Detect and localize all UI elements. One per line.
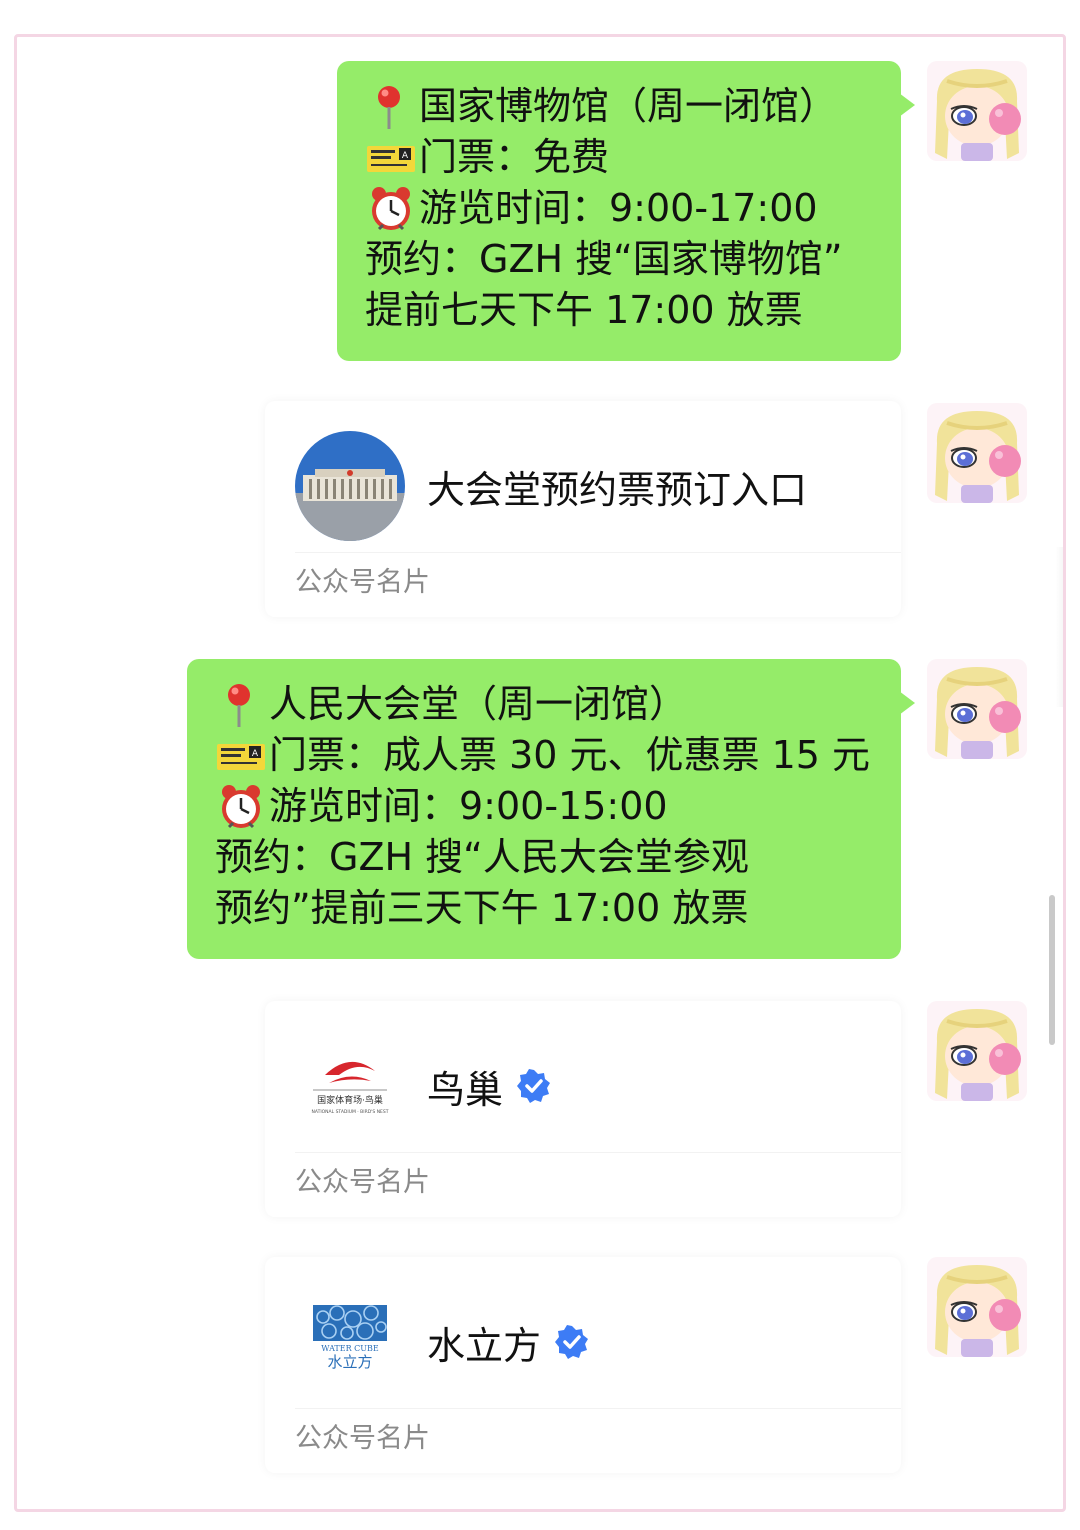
message-line: A 门票：成人票 30 元、优惠票 15 元 bbox=[215, 730, 875, 781]
text-message-bubble-1[interactable]: 国家博物馆（周一闭馆） A 门票：免费 游览时间：9:00-17:00 预约：GZ… bbox=[337, 61, 915, 361]
text-message-bubble-2[interactable]: 人民大会堂（周一闭馆） A 门票：成人票 30 元、优惠票 15 元 游览时间：9… bbox=[187, 659, 915, 959]
avatar[interactable] bbox=[927, 1257, 1027, 1357]
water-cube-logo-icon: WATER CUBE 水立方 bbox=[295, 1287, 405, 1397]
message-text: 预约”提前三天下午 17:00 放票 bbox=[215, 886, 749, 930]
chat-screenshot-frame: 国家博物馆（周一闭馆） A 门票：免费 游览时间：9:00-17:00 预约：GZ… bbox=[14, 34, 1066, 1512]
message-text: 预约：GZH 搜“国家博物馆” bbox=[365, 237, 843, 281]
message-line: 游览时间：9:00-17:00 bbox=[365, 183, 875, 234]
card-title: 鸟巢 bbox=[427, 1067, 504, 1112]
message-text: 门票：免费 bbox=[419, 135, 610, 179]
logo-text: 国家体育场·鸟巢 bbox=[317, 1094, 383, 1106]
message-line: 人民大会堂（周一闭馆） bbox=[215, 679, 875, 730]
message-text: 预约：GZH 搜“人民大会堂参观 bbox=[215, 835, 749, 879]
great-hall-photo-icon bbox=[295, 431, 405, 541]
message-text: 提前七天下午 17:00 放票 bbox=[365, 288, 803, 332]
logo-subtext: 水立方 bbox=[327, 1353, 372, 1371]
avatar[interactable] bbox=[927, 1001, 1027, 1101]
logo-subtext: NATIONAL STADIUM · BIRD'S NEST bbox=[311, 1109, 388, 1115]
avatar[interactable] bbox=[927, 403, 1027, 503]
card-footer-label: 公众号名片 bbox=[295, 1167, 430, 1198]
verified-badge-icon bbox=[555, 1325, 589, 1359]
message-text: 游览时间：9:00-17:00 bbox=[419, 186, 818, 230]
birds-nest-logo-icon: 国家体育场·鸟巢 NATIONAL STADIUM · BIRD'S NEST bbox=[295, 1031, 405, 1141]
avatar[interactable] bbox=[927, 61, 1027, 161]
logo-text: WATER CUBE bbox=[321, 1344, 379, 1353]
message-line: 国家博物馆（周一闭馆） bbox=[365, 81, 875, 132]
card-title: 水立方 bbox=[427, 1323, 542, 1368]
edge-shadow bbox=[1055, 547, 1063, 707]
ticket-icon: A bbox=[215, 732, 267, 780]
scrollbar[interactable] bbox=[1049, 895, 1055, 1045]
message-line: 游览时间：9:00-15:00 bbox=[215, 781, 875, 832]
alarm-clock-icon bbox=[215, 783, 267, 831]
message-text: 人民大会堂（周一闭馆） bbox=[269, 682, 688, 726]
round-pushpin-icon bbox=[365, 83, 417, 131]
divider bbox=[295, 1152, 901, 1153]
ticket-icon: A bbox=[365, 134, 417, 182]
card-footer-label: 公众号名片 bbox=[295, 1423, 430, 1454]
divider bbox=[295, 552, 901, 553]
official-account-card-great-hall[interactable]: 大会堂预约票预订入口 公众号名片 bbox=[265, 401, 901, 617]
avatar[interactable] bbox=[927, 659, 1027, 759]
message-text: 游览时间：9:00-15:00 bbox=[269, 784, 668, 828]
card-footer-label: 公众号名片 bbox=[295, 567, 430, 598]
chat-message-list[interactable]: 国家博物馆（周一闭馆） A 门票：免费 游览时间：9:00-17:00 预约：GZ… bbox=[17, 37, 1063, 1509]
message-text: 国家博物馆（周一闭馆） bbox=[419, 84, 838, 128]
message-line: A 门票：免费 bbox=[365, 132, 875, 183]
official-account-card-water-cube[interactable]: WATER CUBE 水立方 水立方 公众号名片 bbox=[265, 1257, 901, 1473]
divider bbox=[295, 1408, 901, 1409]
card-title: 大会堂预约票预订入口 bbox=[427, 467, 808, 512]
svg-text:A: A bbox=[252, 749, 259, 759]
alarm-clock-icon bbox=[365, 185, 417, 233]
round-pushpin-icon bbox=[215, 681, 267, 729]
verified-badge-icon bbox=[517, 1069, 551, 1103]
svg-text:A: A bbox=[402, 151, 409, 161]
message-text: 门票：成人票 30 元、优惠票 15 元 bbox=[269, 733, 871, 777]
official-account-card-birds-nest[interactable]: 国家体育场·鸟巢 NATIONAL STADIUM · BIRD'S NEST 鸟… bbox=[265, 1001, 901, 1217]
